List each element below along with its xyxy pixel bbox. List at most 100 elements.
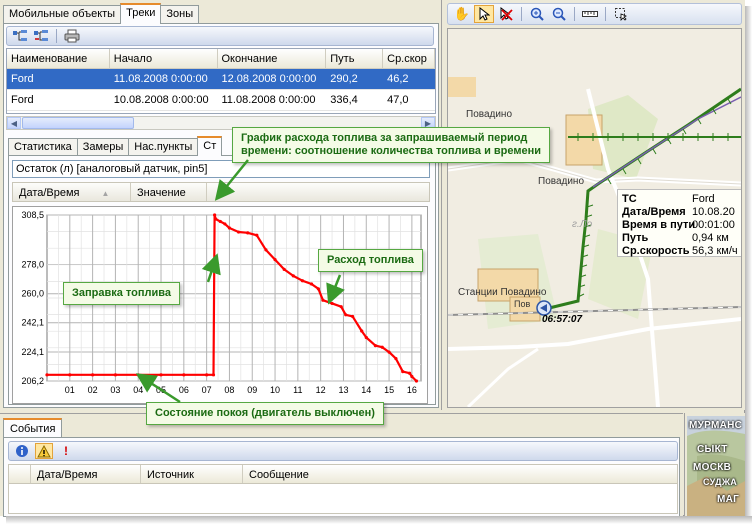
warning-filter-button[interactable]: [35, 443, 53, 459]
fuel-data-point: [394, 357, 398, 361]
column-header-value[interactable]: Значение: [131, 183, 207, 201]
window-shadow: [745, 6, 752, 522]
hand-icon: ✋: [453, 6, 471, 21]
expand-tree-button[interactable]: [11, 28, 29, 44]
x-tick-label: 09: [247, 385, 257, 395]
column-header-end[interactable]: Окончание: [218, 49, 327, 68]
tab-events[interactable]: События: [3, 418, 63, 438]
column-header-datetime[interactable]: Дата/Время: [31, 465, 141, 483]
print-button[interactable]: [63, 28, 81, 44]
info-key: Ср.скорость: [622, 245, 690, 257]
delete-tool-button[interactable]: [496, 5, 516, 23]
overview-minimap[interactable]: МУРМАНС СЫКТ МОСКВ СУДЖА МАГ: [684, 413, 745, 516]
x-tick-label: 12: [316, 385, 326, 395]
minimap-city: МУРМАНС: [689, 420, 743, 431]
info-row: Время в пути 00:01:00: [622, 219, 740, 232]
tab-settlements[interactable]: Нас.пункты: [128, 138, 199, 156]
y-tick-label: 242,1: [21, 318, 44, 328]
events-table-header: Дата/Время Источник Сообщение: [8, 464, 678, 484]
scrollbar-thumb[interactable]: [22, 117, 134, 129]
scroll-left-icon[interactable]: ◀: [7, 117, 21, 129]
info-filter-button[interactable]: [13, 443, 31, 459]
minimap-city: МОСКВ: [693, 462, 732, 473]
toolbar-separator: [605, 7, 606, 21]
fuel-data-point: [410, 374, 414, 379]
tab-statistics[interactable]: Статистика: [8, 138, 78, 156]
area-select-button[interactable]: [611, 5, 631, 23]
tab-stops[interactable]: Ст: [197, 136, 223, 156]
callout-refuel: Заправка топлива: [63, 282, 181, 305]
fuel-data-point: [223, 222, 227, 226]
table-row[interactable]: Ford 11.08.2008 0:00:00 12.08.2008 0:00:…: [7, 69, 435, 90]
collapse-tree-icon: [34, 30, 48, 41]
ruler-button[interactable]: [580, 5, 600, 23]
fuel-data-point: [387, 350, 391, 354]
fuel-data-point: [360, 329, 364, 333]
map-toolbar: ✋: [447, 3, 742, 25]
error-filter-button[interactable]: !: [57, 443, 75, 459]
marker-time-label: 06:57:07: [542, 314, 582, 325]
tracks-toolbar: [6, 26, 434, 46]
map-view[interactable]: Повадино Повадино Станции Повадино Пов г…: [447, 28, 742, 408]
select-tool-button[interactable]: [474, 5, 494, 23]
tab-measurements[interactable]: Замеры: [76, 138, 130, 156]
column-header-source[interactable]: Источник: [141, 465, 243, 483]
x-tick-label: 14: [361, 385, 371, 395]
cell-distance: 336,4: [330, 94, 358, 106]
fuel-data-point: [91, 373, 95, 377]
fuel-data-point: [45, 373, 49, 377]
minimap-view[interactable]: МУРМАНС СЫКТ МОСКВ СУДЖА МАГ: [687, 416, 745, 516]
x-tick-label: 13: [338, 385, 348, 395]
info-key: ТС: [622, 193, 637, 205]
events-toolbar: !: [8, 441, 678, 461]
fuel-data-point: [321, 298, 325, 302]
fuel-data-point: [282, 267, 286, 271]
cell-name: Ford: [11, 94, 34, 106]
column-header-start[interactable]: Начало: [110, 49, 218, 68]
column-header-datetime[interactable]: Дата/Время ▲: [13, 183, 131, 201]
fuel-data-point: [364, 335, 368, 340]
collapse-tree-button[interactable]: [32, 28, 50, 44]
x-tick-label: 01: [65, 385, 75, 395]
cell-name: Ford: [11, 73, 34, 85]
column-header-message[interactable]: Сообщение: [243, 465, 393, 483]
column-header-avg-speed[interactable]: Ср.скор: [383, 49, 436, 68]
area-select-icon: [615, 8, 627, 21]
column-header-blank: [9, 465, 31, 483]
toolbar-separator: [574, 7, 575, 21]
info-key: Дата/Время: [622, 206, 686, 218]
fuel-data-point: [236, 230, 241, 234]
column-header-datetime-label: Дата/Время: [19, 187, 80, 199]
fuel-data-point: [214, 217, 218, 221]
zoom-in-icon: [530, 7, 544, 21]
events-table-body: [8, 484, 678, 514]
fuel-data-point: [68, 373, 72, 377]
application-window: Мобильные объекты Треки Зоны Наименовани…: [0, 0, 745, 517]
tab-tracks[interactable]: Треки: [120, 3, 162, 24]
fuel-data-point: [182, 373, 186, 377]
zoom-in-button[interactable]: [527, 5, 547, 23]
window-shadow: [6, 516, 752, 524]
tab-zones[interactable]: Зоны: [160, 5, 200, 24]
sort-ascending-icon: ▲: [101, 189, 110, 198]
zoom-out-button[interactable]: [549, 5, 569, 23]
info-value: 56,3 км/ч: [692, 245, 738, 257]
column-header-distance[interactable]: Путь: [326, 49, 384, 68]
fuel-data-point: [227, 226, 232, 230]
place-label: Повадино: [466, 109, 512, 120]
minimap-city: МАГ: [717, 494, 740, 505]
fuel-data-point: [213, 213, 217, 217]
callout-chart: График расхода топлива за запрашиваемый …: [232, 127, 551, 163]
column-header-name[interactable]: Наименование: [7, 49, 110, 68]
fuel-data-point: [205, 373, 209, 377]
place-label: Повадино: [538, 176, 584, 187]
x-tick-label: 10: [270, 385, 280, 395]
y-tick-label: 206,2: [21, 376, 44, 386]
track-detail-tabs: Статистика Замеры Нас.пункты Ст: [8, 136, 223, 156]
fuel-data-point: [344, 313, 348, 317]
vehicle-marker[interactable]: [536, 300, 552, 316]
hand-tool-button[interactable]: ✋: [452, 5, 472, 23]
fuel-data-point: [350, 314, 355, 319]
table-row[interactable]: Ford 10.08.2008 0:00:00 11.08.2008 0:00:…: [7, 90, 435, 111]
tab-mobile-objects[interactable]: Мобильные объекты: [3, 5, 122, 24]
